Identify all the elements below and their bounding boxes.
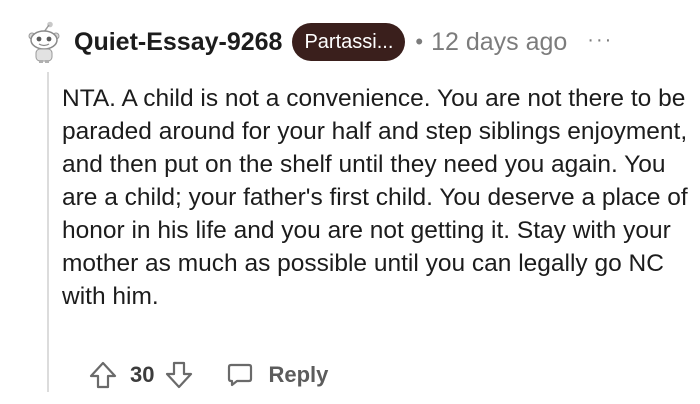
speech-bubble-icon (228, 363, 253, 387)
arrow-up-icon[interactable] (86, 358, 120, 392)
reply-button[interactable]: Reply (226, 361, 328, 389)
snoo-avatar-icon[interactable] (26, 20, 62, 64)
arrow-down-icon[interactable] (162, 358, 196, 392)
username[interactable]: Quiet-Essay-9268 (74, 28, 282, 57)
comment-actions: 30 Reply (86, 358, 328, 392)
timestamp[interactable]: 12 days ago (431, 28, 567, 57)
vote-score: 30 (130, 362, 155, 387)
comment: Quiet-Essay-9268 Partassi... • 12 days a… (0, 0, 700, 404)
thread-collapse-line[interactable] (47, 72, 49, 392)
reply-label: Reply (268, 362, 329, 387)
separator-dot: • (415, 29, 424, 54)
user-flair-badge: Partassi... (292, 23, 406, 61)
ellipsis-icon[interactable]: ··· (587, 29, 613, 52)
comment-body: NTA. A child is not a convenience. You a… (62, 85, 688, 310)
comment-header: Quiet-Essay-9268 Partassi... • 12 days a… (26, 20, 613, 64)
